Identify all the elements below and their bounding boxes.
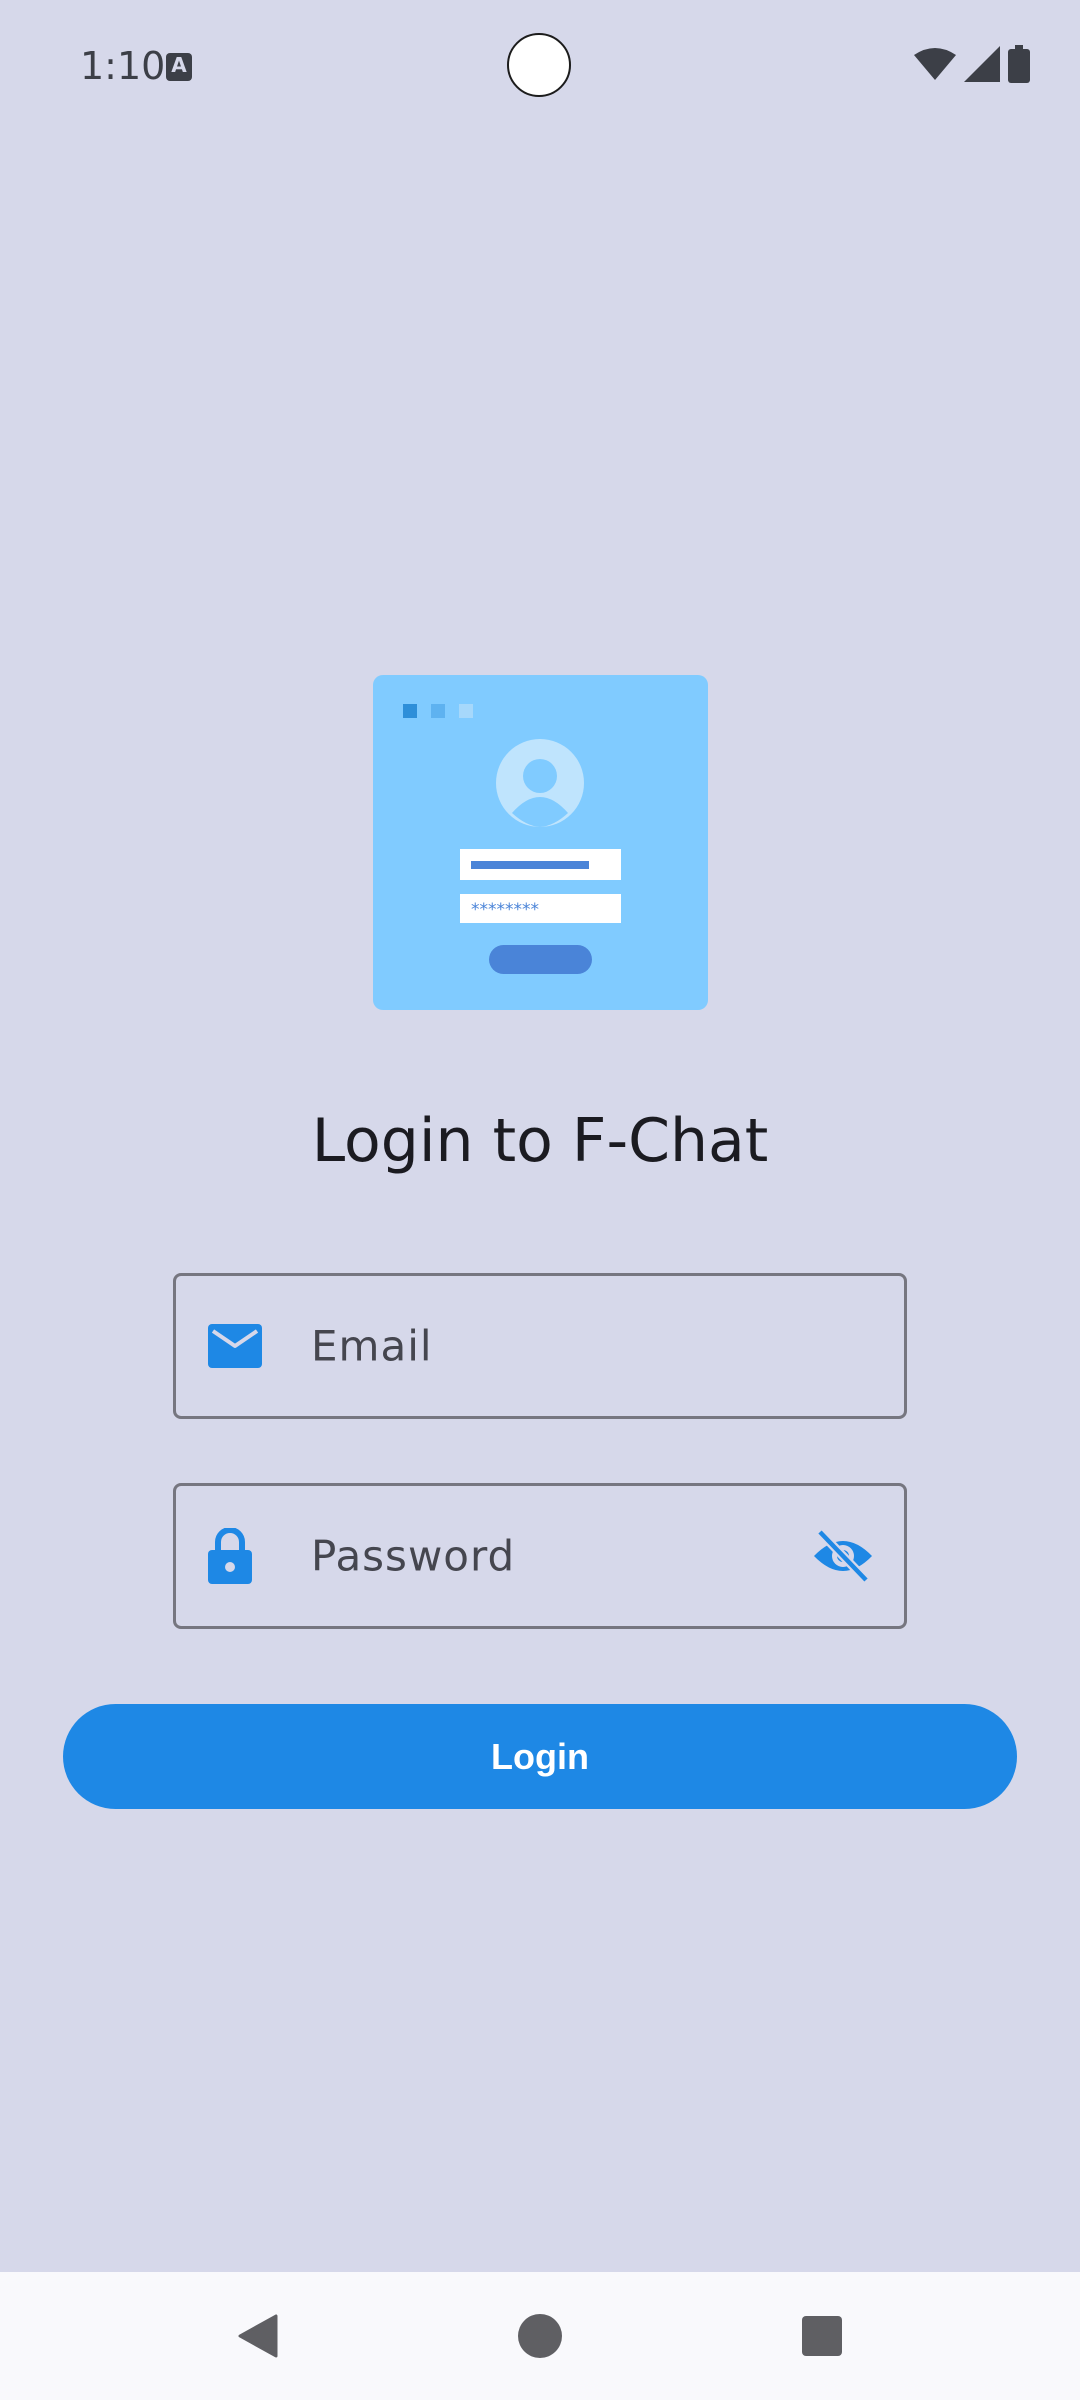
back-icon[interactable] [238, 2314, 278, 2358]
recents-icon[interactable] [802, 2316, 842, 2356]
lock-icon [208, 1528, 252, 1584]
battery-icon [1008, 44, 1030, 88]
signal-icon [964, 45, 1000, 87]
password-placeholder: Password [311, 1531, 516, 1581]
status-time: 1:10 [80, 44, 166, 88]
login-screen: 1:10 A ******** Login to F-Chat Email Pa… [0, 0, 1080, 2400]
camera-cutout [507, 33, 571, 97]
page-title: Login to F-Chat [311, 1106, 769, 1176]
password-mask-text: ******** [471, 900, 539, 920]
visibility-off-icon[interactable] [812, 1530, 874, 1582]
navigation-bar [0, 2272, 1080, 2400]
status-bar: 1:10 A [0, 0, 1080, 130]
wifi-icon [914, 47, 956, 86]
email-field[interactable]: Email [173, 1273, 907, 1419]
login-button[interactable]: Login [63, 1704, 1017, 1809]
login-illustration: ******** [373, 675, 708, 1010]
password-field[interactable]: Password [173, 1483, 907, 1629]
email-placeholder: Email [311, 1321, 433, 1371]
notification-a-icon: A [166, 53, 192, 81]
email-icon [208, 1324, 262, 1368]
status-icons [914, 44, 1030, 88]
home-icon[interactable] [518, 2314, 562, 2358]
